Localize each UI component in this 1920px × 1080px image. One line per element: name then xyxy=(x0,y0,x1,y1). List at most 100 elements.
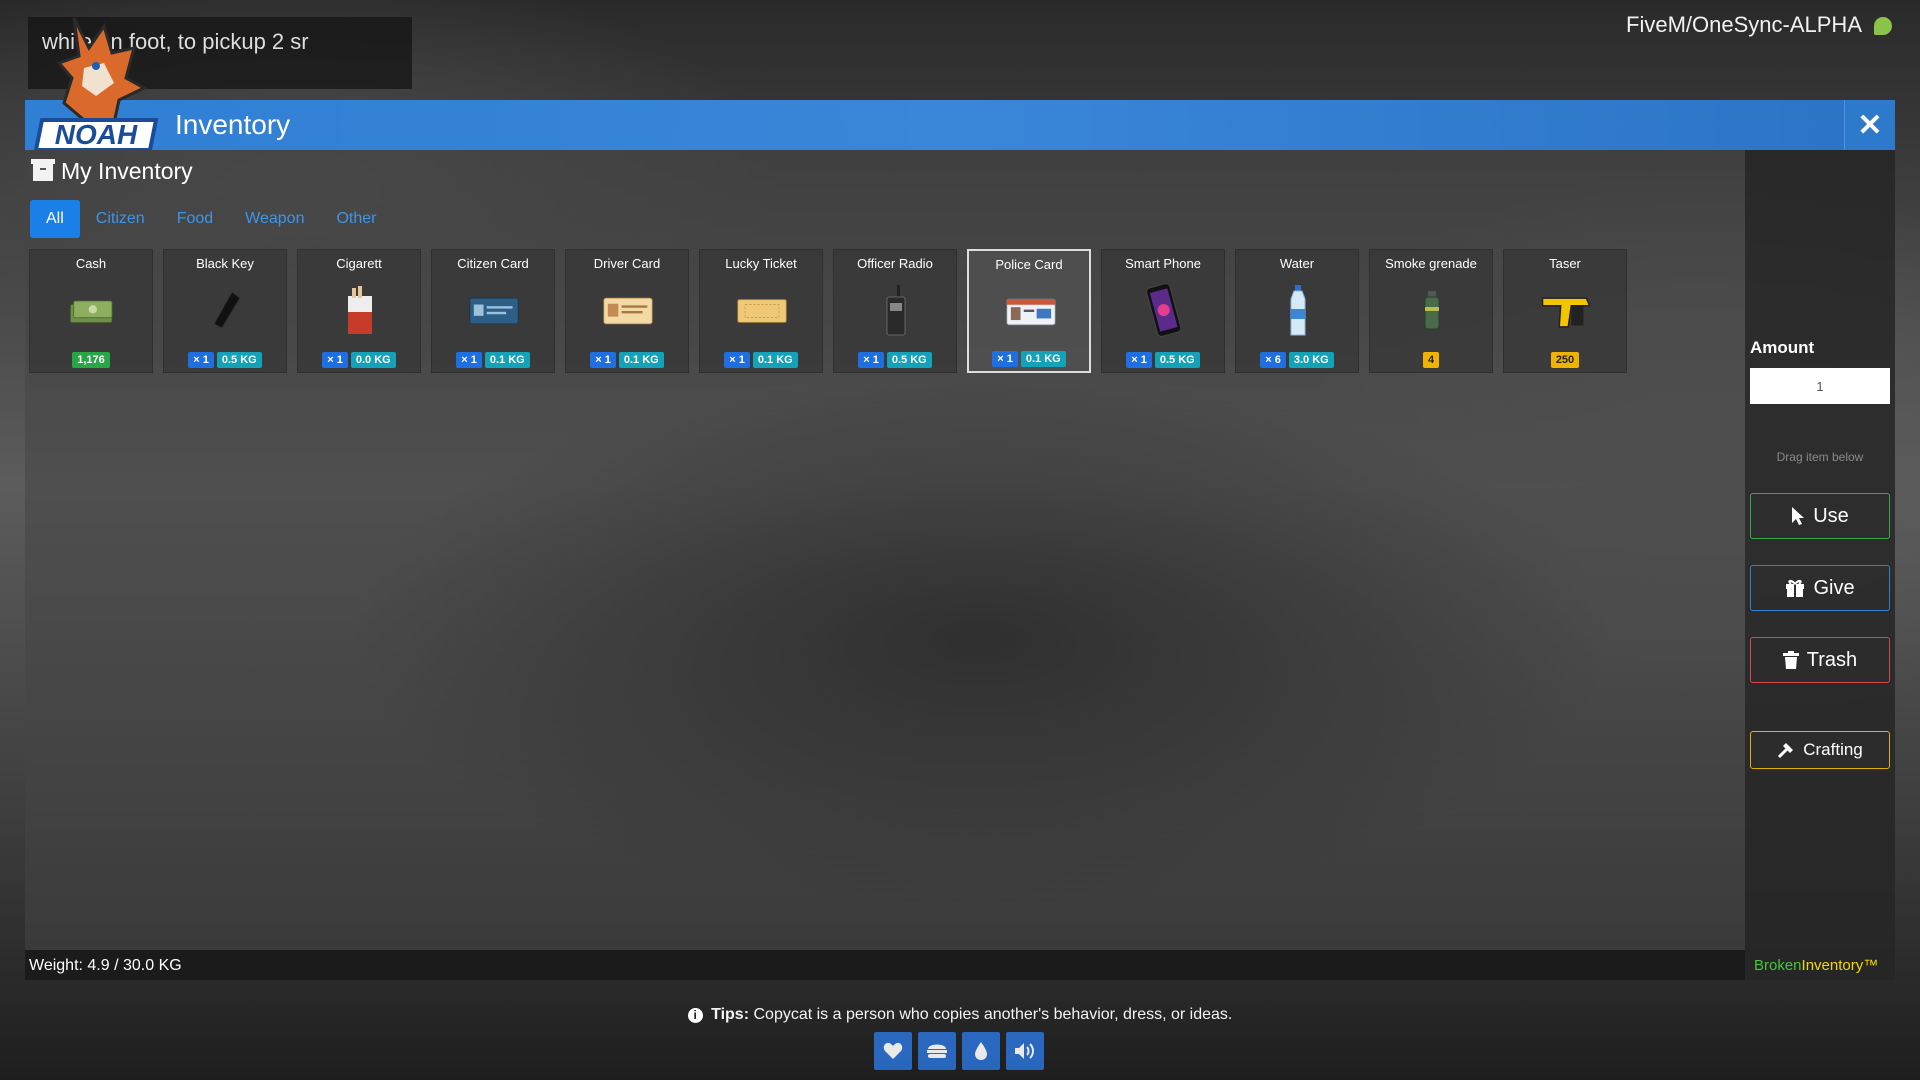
speaker-icon xyxy=(1006,1032,1044,1070)
cursor-icon xyxy=(1792,507,1805,525)
weight-badge: 0.0 KG xyxy=(350,352,396,368)
weight-badge: 3.0 KG xyxy=(1288,352,1334,368)
weight-badge: 0.5 KG xyxy=(216,352,262,368)
leaf-icon xyxy=(1874,17,1892,35)
hammer-icon xyxy=(1778,743,1794,759)
count-badge: × 1 xyxy=(322,352,348,368)
heart-icon xyxy=(874,1032,912,1070)
logo-text: NOAH xyxy=(55,119,138,150)
tips-text: Copycat is a person who copies another's… xyxy=(753,1006,1233,1023)
item-slot-black-key[interactable]: Black Key × 1 0.5 KG xyxy=(163,249,287,373)
item-name: Police Card xyxy=(995,257,1063,272)
item-slot-water[interactable]: Water × 6 3.0 KG xyxy=(1235,249,1359,373)
item-name: Cash xyxy=(75,256,107,271)
radio-icon xyxy=(871,285,921,336)
item-slot-smoke-grenade[interactable]: Smoke grenade 4 xyxy=(1369,249,1493,373)
archive-box-icon xyxy=(31,158,55,181)
info-icon: i xyxy=(687,1008,703,1023)
tab-all[interactable]: All xyxy=(30,200,80,238)
weight-badge: 0.1 KG xyxy=(618,352,664,368)
item-name: Taser xyxy=(1549,256,1581,271)
citizen-card-icon xyxy=(469,288,519,334)
item-name: Smoke grenade xyxy=(1385,256,1477,271)
action-panel: Amount Drag item below Use Give Trash Cr… xyxy=(1745,150,1895,980)
give-label: Give xyxy=(1813,576,1855,599)
item-slot-lucky-ticket[interactable]: Lucky Ticket × 1 0.1 KG xyxy=(699,249,823,373)
weight-badge: 0.5 KG xyxy=(886,352,932,368)
ammo-badge: 4 xyxy=(1422,352,1440,368)
grenade-icon xyxy=(1407,288,1457,334)
inventory-header: Inventory ✕ xyxy=(25,100,1895,150)
item-slot-police-card[interactable]: Police Card × 1 0.1 KG xyxy=(967,249,1091,373)
drag-hint: Drag item below xyxy=(1776,450,1864,464)
count-badge: × 1 xyxy=(1126,352,1152,368)
trash-icon xyxy=(1782,651,1799,669)
section-title: My Inventory xyxy=(31,158,193,185)
brand-label: BrokenInventory™ xyxy=(1754,957,1878,974)
count-badge: × 1 xyxy=(858,352,884,368)
trash-button[interactable]: Trash xyxy=(1750,637,1890,683)
noah-logo: NOAH xyxy=(33,8,164,152)
section-title-text: My Inventory xyxy=(61,158,193,184)
count-badge: × 1 xyxy=(724,352,750,368)
taser-icon xyxy=(1541,288,1591,334)
item-name: Water xyxy=(1279,256,1315,271)
weight-bar: Weight: 4.9 / 30.0 KG xyxy=(25,950,1745,980)
use-button[interactable]: Use xyxy=(1750,493,1890,539)
ammo-badge: 250 xyxy=(1550,352,1580,368)
use-label: Use xyxy=(1813,504,1849,527)
drop-icon xyxy=(962,1032,1000,1070)
item-slot-officer-radio[interactable]: Officer Radio × 1 0.5 KG xyxy=(833,249,957,373)
item-slot-driver-card[interactable]: Driver Card × 1 0.1 KG xyxy=(565,249,689,373)
brand-part2: Inventory™ xyxy=(1801,957,1879,974)
count-badge: × 1 xyxy=(590,352,616,368)
item-grid: Cash 1,176 Black Key × 1 0.5 KG Cigarett … xyxy=(29,249,1627,373)
weight-badge: 0.5 KG xyxy=(1154,352,1200,368)
item-slot-cigarett[interactable]: Cigarett × 1 0.0 KG xyxy=(297,249,421,373)
weight-text: Weight: 4.9 / 30.0 KG xyxy=(29,957,182,974)
brand-part1: Broken xyxy=(1754,957,1802,974)
water-bottle-icon xyxy=(1273,285,1323,336)
item-name: Officer Radio xyxy=(857,256,933,271)
item-slot-taser[interactable]: Taser 250 xyxy=(1503,249,1627,373)
tab-food[interactable]: Food xyxy=(161,200,229,238)
header-title: Inventory xyxy=(175,109,291,140)
weight-badge: 0.1 KG xyxy=(484,352,530,368)
give-button[interactable]: Give xyxy=(1750,565,1890,611)
crafting-label: Crafting xyxy=(1803,740,1863,759)
item-name: Smart Phone xyxy=(1125,256,1201,271)
cash-badge: 1,176 xyxy=(72,352,110,368)
cash-stack-icon xyxy=(67,288,117,334)
status-hud xyxy=(874,1032,1044,1070)
close-icon: ✕ xyxy=(1857,108,1883,142)
amount-label: Amount xyxy=(1750,338,1815,357)
cigarette-pack-icon xyxy=(335,286,385,334)
close-button[interactable]: ✕ xyxy=(1844,100,1895,150)
server-title: FiveM/OneSync-ALPHA xyxy=(1626,12,1862,37)
item-slot-cash[interactable]: Cash 1,176 xyxy=(29,249,153,373)
police-card-icon xyxy=(1006,289,1056,335)
item-slot-citizen-card[interactable]: Citizen Card × 1 0.1 KG xyxy=(431,249,555,373)
driver-card-icon xyxy=(603,288,653,334)
weight-badge: 0.1 KG xyxy=(752,352,798,368)
tab-other[interactable]: Other xyxy=(320,200,392,238)
tab-weapon[interactable]: Weapon xyxy=(229,200,320,238)
item-name: Citizen Card xyxy=(457,256,529,271)
amount-input[interactable] xyxy=(1750,368,1890,404)
item-slot-smart-phone[interactable]: Smart Phone × 1 0.5 KG xyxy=(1101,249,1225,373)
count-badge: × 1 xyxy=(456,352,482,368)
ticket-icon xyxy=(737,288,787,334)
key-icon xyxy=(201,288,251,334)
item-name: Driver Card xyxy=(593,256,661,271)
count-badge: × 1 xyxy=(992,351,1018,367)
tab-citizen[interactable]: Citizen xyxy=(80,200,161,238)
item-name: Lucky Ticket xyxy=(725,256,797,271)
count-badge: × 1 xyxy=(188,352,214,368)
tips-line: i Tips: Copycat is a person who copies a… xyxy=(0,1006,1920,1024)
item-name: Cigarett xyxy=(336,256,382,271)
tips-label: Tips: xyxy=(711,1006,750,1023)
count-badge: × 6 xyxy=(1260,352,1286,368)
gift-icon xyxy=(1786,580,1805,597)
crafting-button[interactable]: Crafting xyxy=(1750,731,1890,769)
burger-icon xyxy=(918,1032,956,1070)
